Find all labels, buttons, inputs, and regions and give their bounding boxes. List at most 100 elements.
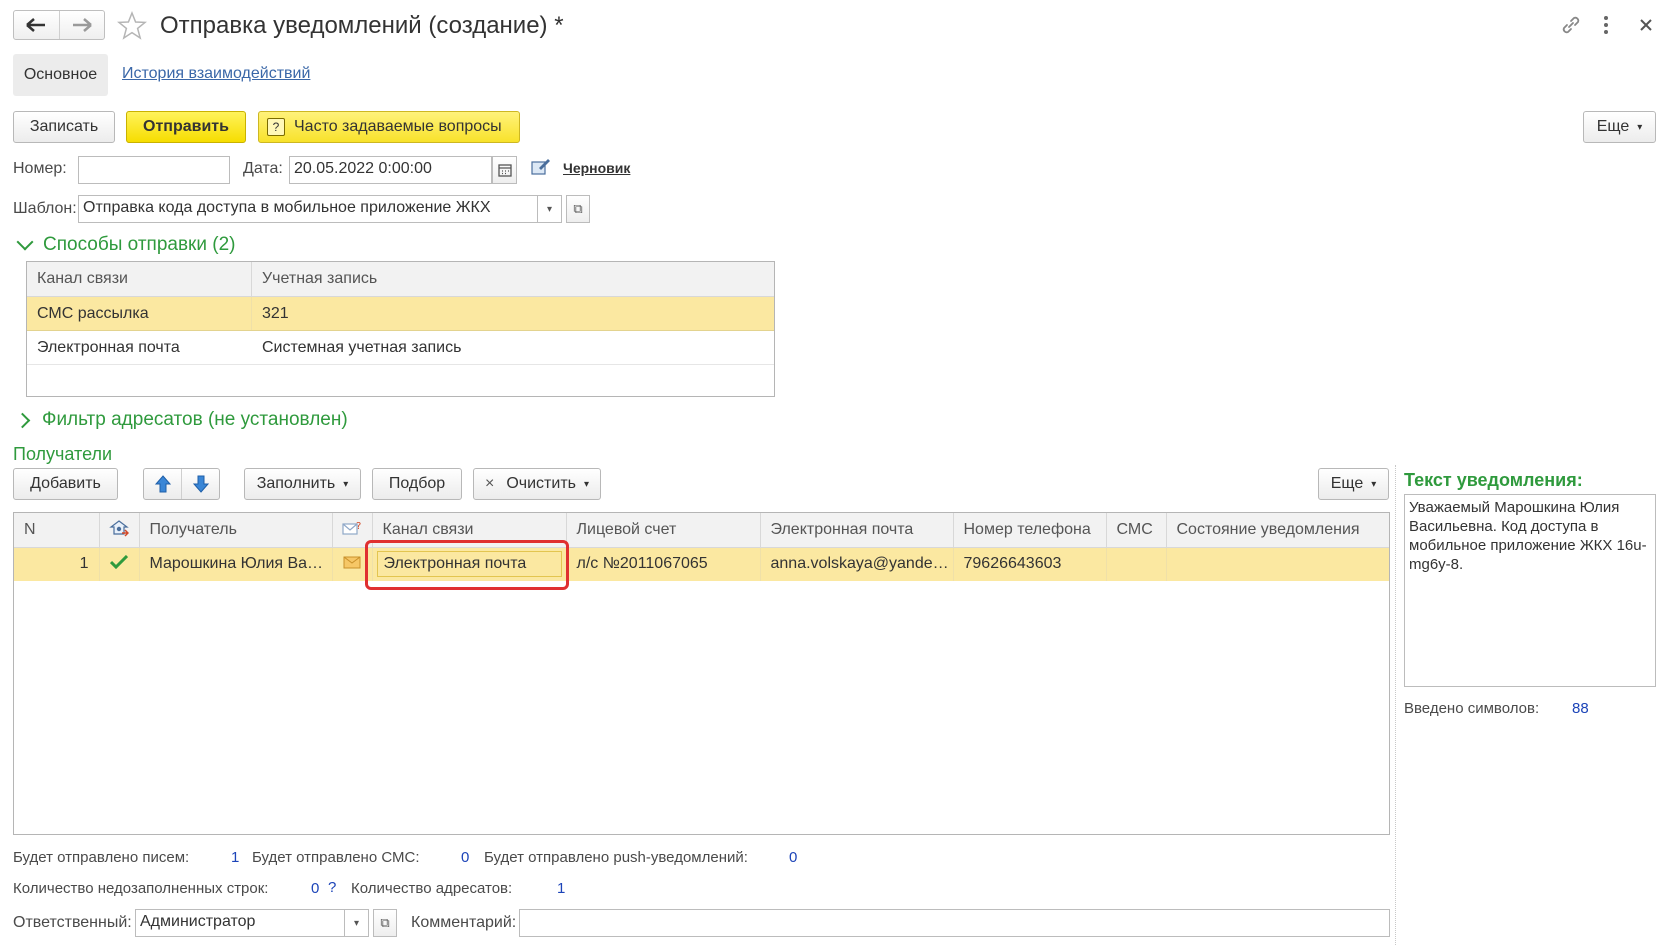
send-button[interactable]: Отправить: [126, 111, 246, 143]
sms-label: Будет отправлено СМС:: [252, 849, 420, 866]
save-button-label: Записать: [29, 118, 99, 135]
faq-button[interactable]: ? Часто задаваемые вопросы: [258, 111, 520, 143]
open-window-icon: ⧉: [380, 915, 390, 930]
recipients-count-label: Количество адресатов:: [351, 880, 513, 897]
envelope-icon: [343, 556, 361, 569]
faq-button-label: Часто задаваемые вопросы: [294, 118, 502, 135]
help-icon[interactable]: ?: [328, 879, 336, 896]
calendar-button[interactable]: [492, 156, 517, 184]
incomplete-value: 0: [311, 880, 320, 897]
template-field[interactable]: Отправка кода доступа в мобильное прилож…: [78, 195, 538, 223]
clear-button[interactable]: × Очистить ▾: [473, 468, 601, 500]
open-window-icon: ⧉: [573, 201, 583, 216]
cell-status: [99, 547, 140, 581]
number-field[interactable]: [78, 156, 230, 184]
column-header-status-icon[interactable]: [99, 513, 140, 548]
cell-phone: 79626643603: [953, 547, 1107, 581]
filter-title: Фильтр адресатов (не установлен): [42, 409, 348, 430]
highlight-box: [365, 540, 569, 590]
move-up-button[interactable]: [144, 469, 182, 499]
send-methods-group-header[interactable]: Способы отправки (2): [15, 233, 236, 256]
window-title: Отправка уведомлений (создание) *: [160, 12, 564, 39]
cell-sms: [1106, 547, 1167, 581]
arrow-down-icon: [192, 475, 209, 493]
recipients-more-button[interactable]: Еще ▾: [1318, 468, 1389, 500]
responsible-dropdown-button[interactable]: ▾: [345, 909, 369, 937]
svg-text:?: ?: [356, 521, 361, 532]
cell-channel: Электронная почта: [37, 339, 180, 356]
sms-value: 0: [461, 849, 470, 866]
column-header-recipient[interactable]: Получатель: [139, 513, 333, 548]
pick-button[interactable]: Подбор: [372, 468, 462, 500]
star-icon[interactable]: [117, 11, 147, 41]
add-recipient-label: Добавить: [30, 475, 101, 492]
column-header-email[interactable]: Электронная почта: [760, 513, 954, 548]
fill-button-label: Заполнить: [256, 475, 336, 492]
column-header-state[interactable]: Состояние уведомления: [1166, 513, 1389, 548]
send-methods-title: Способы отправки (2): [43, 234, 236, 255]
responsible-open-button[interactable]: ⧉: [373, 909, 397, 937]
link-icon[interactable]: [1560, 14, 1582, 36]
date-field[interactable]: 20.05.2022 0:00:00: [289, 156, 492, 184]
cell-channel: СМС рассылка: [27, 297, 252, 330]
chevron-down-icon: [16, 233, 34, 251]
cell-account: л/с №2011067065: [566, 547, 761, 581]
recipients-count-value: 1: [557, 880, 566, 897]
tab-main[interactable]: Основное: [13, 54, 108, 96]
move-button-group: [143, 468, 220, 500]
letters-value: 1: [231, 849, 240, 866]
template-dropdown-button[interactable]: ▾: [538, 195, 562, 223]
chevron-right-icon: [14, 412, 31, 428]
comment-label: Комментарий:: [411, 914, 517, 931]
tab-history[interactable]: История взаимодействий: [122, 65, 310, 83]
clear-button-label: Очистить: [506, 475, 576, 492]
recipients-header-row: N Получатель ? Канал связи Лицевой счет …: [14, 513, 1389, 548]
cell-recipient: Марошкина Юлия Ва…: [139, 547, 333, 581]
responsible-field[interactable]: Администратор: [135, 909, 345, 937]
chevron-down-icon: ▾: [1637, 121, 1643, 133]
column-header-account[interactable]: Лицевой счет: [566, 513, 761, 548]
comment-field[interactable]: [519, 909, 1390, 937]
chars-label: Введено символов:: [1404, 700, 1540, 717]
column-header-account[interactable]: Учетная запись: [252, 262, 774, 296]
cell-email: anna.volskaya@yande…: [760, 547, 954, 581]
save-button[interactable]: Записать: [13, 111, 115, 143]
chevron-down-icon: ▾: [583, 478, 590, 490]
back-button[interactable]: [14, 11, 60, 39]
push-label: Будет отправлено push-уведомлений:: [484, 849, 748, 866]
chevron-down-icon: ▾: [353, 917, 360, 929]
notification-text-field[interactable]: Уважаемый Марошкина Юлия Васильевна. Код…: [1404, 494, 1656, 687]
right-panel-divider: [1395, 465, 1396, 945]
table-row[interactable]: 1 Марошкина Юлия Ва… Электронная почта л…: [14, 547, 1389, 581]
template-label: Шаблон:: [13, 200, 77, 217]
add-recipient-button[interactable]: Добавить: [13, 468, 118, 500]
column-header-n[interactable]: N: [14, 513, 100, 548]
edit-status-icon: [531, 159, 550, 175]
push-value: 0: [789, 849, 798, 866]
table-row[interactable]: Электронная почта Системная учетная запи…: [27, 331, 774, 365]
column-header-phone[interactable]: Номер телефона: [953, 513, 1107, 548]
date-label: Дата:: [243, 160, 283, 177]
forward-button[interactable]: [60, 11, 105, 39]
checkmark-icon: [109, 555, 129, 570]
calendar-icon: [497, 164, 512, 177]
arrow-right-icon: [72, 18, 92, 32]
column-header-sms[interactable]: СМС: [1106, 513, 1167, 548]
template-open-button[interactable]: ⧉: [566, 195, 590, 223]
more-vertical-icon[interactable]: [1600, 14, 1612, 36]
recipients-more-label: Еще: [1330, 475, 1364, 492]
more-actions-button[interactable]: Еще ▾: [1583, 111, 1656, 143]
faq-icon: ?: [267, 118, 285, 136]
close-icon[interactable]: [1638, 17, 1654, 33]
number-label: Номер:: [13, 160, 67, 177]
recipients-table: N Получатель ? Канал связи Лицевой счет …: [13, 512, 1390, 835]
move-down-button[interactable]: [182, 469, 219, 499]
chars-value: 88: [1572, 700, 1589, 717]
status-link[interactable]: Черновик: [563, 160, 630, 176]
clear-icon: ×: [484, 475, 495, 492]
filter-group-header[interactable]: Фильтр адресатов (не установлен): [14, 409, 348, 431]
table-row[interactable]: СМС рассылка 321: [27, 297, 774, 331]
fill-button[interactable]: Заполнить ▾: [244, 468, 361, 500]
tab-main-label: Основное: [23, 66, 98, 83]
column-header-channel[interactable]: Канал связи: [27, 262, 252, 296]
